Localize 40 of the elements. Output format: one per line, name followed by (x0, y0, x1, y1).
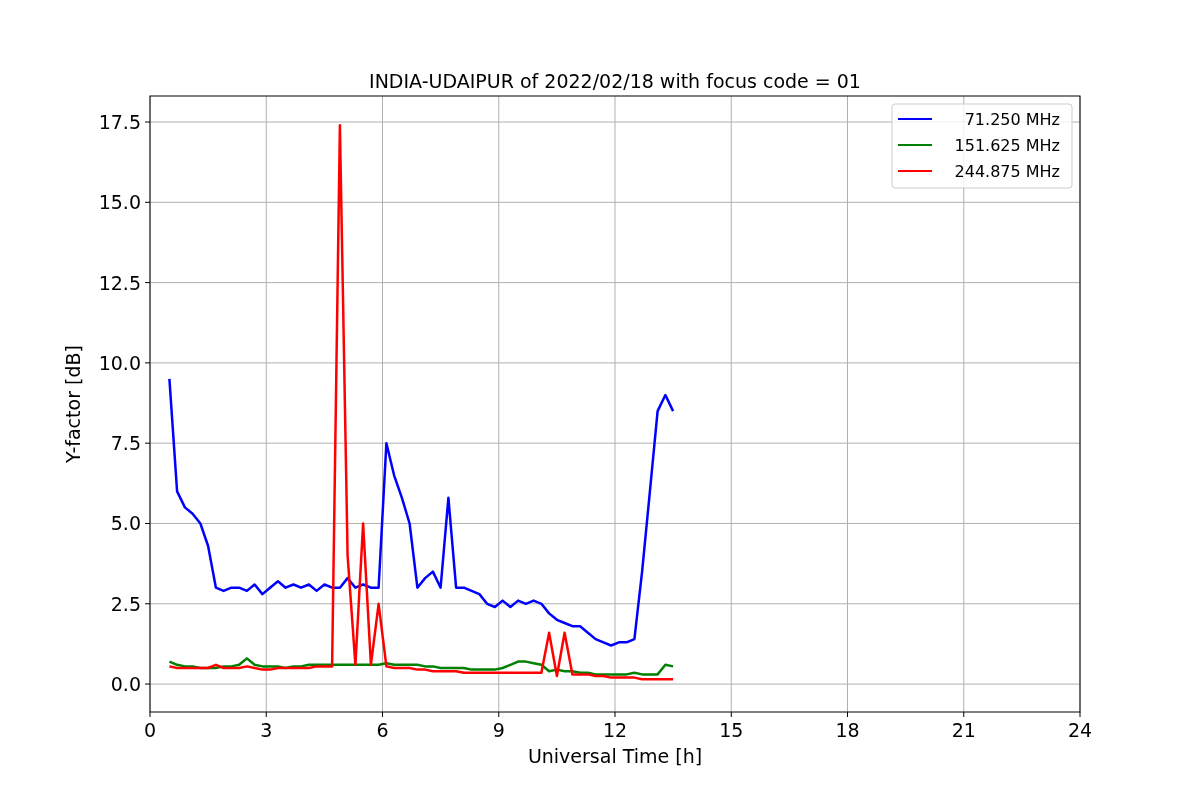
y-tick-label: 17.5 (98, 111, 141, 133)
tick-mark (144, 362, 151, 364)
y-tick-label: 12.5 (98, 271, 141, 294)
tick-mark (144, 442, 151, 444)
x-tick-label: 24 (1067, 719, 1093, 741)
x-tick-label: 18 (835, 719, 860, 741)
tick-mark (730, 711, 732, 718)
y-tick-label: 2.5 (110, 592, 141, 615)
tick-mark (149, 711, 151, 718)
y-tick-label: 5.0 (110, 512, 141, 535)
x-tick-label: 15 (719, 719, 744, 741)
x-tick-label: 12 (602, 719, 628, 741)
legend-label: 71.250 MHz (964, 110, 1060, 129)
tick-mark (144, 522, 151, 524)
x-tick-label: 0 (143, 719, 157, 741)
y-tick-label: 10.0 (98, 351, 141, 374)
tick-mark (847, 711, 848, 718)
tick-mark (265, 711, 267, 718)
chart-title: INDIA-UDAIPUR of 2022/02/18 with focus code = 01 (369, 70, 861, 92)
tick-mark (382, 711, 383, 718)
x-tick-label: 21 (951, 719, 976, 741)
tick-mark (498, 711, 500, 718)
y-tick-label: 15.0 (98, 191, 141, 214)
x-tick-label: 3 (260, 719, 273, 741)
tick-mark (144, 121, 151, 123)
tick-mark (963, 711, 965, 718)
legend-label: 244.875 MHz (954, 162, 1060, 181)
tick-mark (1079, 711, 1081, 718)
x-tick-label: 6 (376, 719, 389, 741)
y-axis-label: Y-factor [dB] (62, 345, 84, 463)
y-tick-label: 0.0 (110, 673, 141, 696)
tick-mark (144, 282, 151, 284)
x-axis-label: Universal Time [h] (527, 745, 703, 767)
tick-mark (144, 683, 151, 685)
tick-mark (144, 603, 151, 605)
y-tick-label: 7.5 (110, 432, 141, 455)
legend-label: 151.625 MHz (954, 136, 1060, 155)
tick-mark (144, 201, 151, 203)
x-tick-label: 9 (492, 719, 505, 741)
tick-mark (614, 711, 616, 718)
